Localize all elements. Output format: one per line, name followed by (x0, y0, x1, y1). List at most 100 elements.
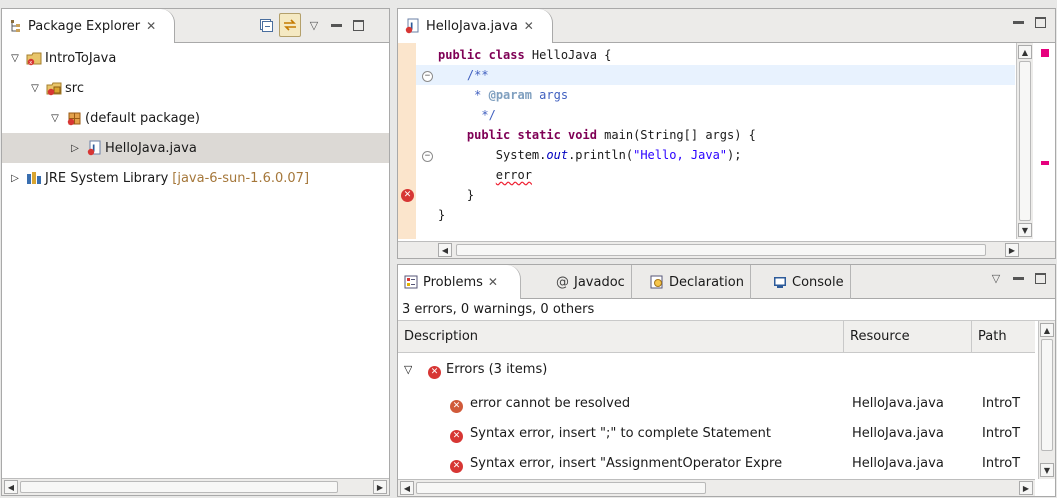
annotation-ruler[interactable]: ✕ (398, 43, 416, 239)
scroll-up-icon[interactable]: ▲ (1040, 323, 1054, 337)
error-icon[interactable]: ✕ (401, 189, 414, 202)
tree-node-project[interactable]: ▽ x IntroToJava (2, 43, 389, 73)
scroll-up-icon[interactable]: ▲ (1018, 45, 1032, 59)
problems-vertical-scrollbar[interactable]: ▲ ▼ (1038, 321, 1055, 479)
expand-toggle-icon[interactable]: ▽ (8, 53, 22, 64)
collapse-toggle-icon[interactable]: ▷ (68, 143, 82, 154)
code-line: * @param args (466, 88, 569, 102)
table-row[interactable]: ✕ Syntax error, insert ";" to complete S… (398, 419, 1035, 449)
link-editor-icon[interactable] (279, 13, 301, 37)
scroll-thumb[interactable] (1041, 339, 1053, 451)
fold-collapse-icon[interactable]: − (422, 71, 433, 82)
scroll-thumb[interactable] (456, 244, 986, 256)
editor-horizontal-scrollbar[interactable]: ◀ ▶ (398, 241, 1055, 258)
horizontal-scrollbar[interactable]: ◀ ▶ (2, 478, 389, 495)
scroll-left-icon[interactable]: ◀ (400, 481, 414, 495)
scroll-thumb[interactable] (1019, 61, 1031, 221)
java-file-icon: J (86, 140, 102, 156)
editor-vertical-scrollbar[interactable]: ▲ ▼ (1016, 43, 1033, 239)
java-file-icon: J (404, 18, 420, 34)
row-resource: HelloJava.java (852, 396, 944, 411)
scroll-down-icon[interactable]: ▼ (1040, 463, 1054, 477)
expand-toggle-icon[interactable]: ▽ (404, 355, 412, 385)
declaration-icon (650, 275, 664, 289)
expand-toggle-icon[interactable]: ▽ (28, 83, 42, 94)
problems-view: Problems ✕ @ Javadoc Declaration Console… (397, 264, 1056, 497)
maximize-icon[interactable] (1031, 269, 1049, 287)
expand-toggle-icon[interactable]: ▽ (48, 113, 62, 124)
tab-declaration[interactable]: Declaration (644, 265, 751, 299)
collapse-all-icon[interactable] (257, 16, 275, 34)
minimize-icon[interactable] (1009, 13, 1027, 31)
maximize-icon[interactable] (1031, 13, 1049, 31)
problems-horizontal-scrollbar[interactable]: ◀ ▶ (398, 479, 1035, 496)
tree-node-suffix: [java-6-sun-1.6.0.07] (172, 170, 310, 186)
java-project-icon: x (26, 50, 42, 66)
scroll-left-icon[interactable]: ◀ (4, 480, 18, 494)
package-explorer-view: Package Explorer ✕ ▽ ▽ x IntroToJava ▽ s… (1, 8, 390, 496)
fold-collapse-icon[interactable]: − (422, 151, 433, 162)
code-line: */ (474, 108, 496, 122)
problems-tabbar: Problems ✕ @ Javadoc Declaration Console… (398, 265, 1055, 299)
scroll-left-icon[interactable]: ◀ (438, 243, 452, 257)
problems-icon (404, 275, 418, 289)
scroll-down-icon[interactable]: ▼ (1018, 223, 1032, 237)
error-icon: ✕ (428, 355, 441, 385)
table-row[interactable]: ✕ error cannot be resolved HelloJava.jav… (398, 389, 1035, 419)
package-explorer-tab-label: Package Explorer (28, 18, 141, 34)
view-menu-icon[interactable]: ▽ (987, 269, 1005, 287)
error-token[interactable]: error (496, 168, 532, 182)
minimize-icon[interactable] (1009, 269, 1027, 287)
tab-label: Javadoc (574, 274, 625, 290)
close-icon[interactable]: ✕ (524, 19, 534, 33)
tree-node-src[interactable]: ▽ src (2, 73, 389, 103)
svg-text:x: x (29, 60, 32, 66)
close-icon[interactable]: ✕ (146, 19, 156, 33)
column-header-path[interactable]: Path (972, 321, 1036, 353)
view-menu-icon[interactable]: ▽ (305, 16, 323, 34)
hierarchy-icon (10, 19, 22, 33)
code-line-current: /** (416, 65, 1015, 85)
console-icon (773, 275, 787, 289)
tree-node-default-package[interactable]: ▽ (default package) (2, 103, 389, 133)
minimize-icon[interactable] (327, 16, 345, 34)
editor-tab-hellojava[interactable]: J HelloJava.java ✕ (398, 9, 553, 43)
tree-node-hellojava[interactable]: ▷ J HelloJava.java (2, 133, 389, 163)
error-icon: ✕ (450, 449, 463, 479)
package-explorer-tabbar: Package Explorer ✕ ▽ (2, 9, 389, 43)
package-explorer-tab[interactable]: Package Explorer ✕ (2, 9, 176, 43)
tab-problems[interactable]: Problems ✕ (398, 265, 521, 299)
error-marker[interactable] (1041, 49, 1049, 57)
row-description: Syntax error, insert "AssignmentOperator… (470, 456, 783, 471)
collapse-toggle-icon[interactable]: ▷ (8, 173, 22, 184)
code-line: public class HelloJava { (438, 48, 612, 62)
error-icon: ✕ (450, 419, 463, 449)
tab-label: Problems (423, 274, 483, 290)
scroll-right-icon[interactable]: ▶ (373, 480, 387, 494)
code-line: } (438, 208, 446, 222)
tab-javadoc[interactable]: @ Javadoc (550, 265, 632, 299)
table-row[interactable]: ✕ Syntax error, insert "AssignmentOperat… (398, 449, 1035, 479)
error-marker[interactable] (1041, 161, 1049, 165)
source-folder-icon (46, 80, 62, 96)
scroll-right-icon[interactable]: ▶ (1019, 481, 1033, 495)
maximize-icon[interactable] (349, 16, 367, 34)
overview-ruler[interactable] (1035, 43, 1055, 239)
code-editor[interactable]: public class HelloJava { /** * @param ar… (416, 43, 1015, 239)
tree-node-label: (default package) (85, 110, 200, 126)
library-icon (26, 170, 42, 186)
tree-node-label: JRE System Library (45, 170, 169, 186)
tree-node-label: src (65, 80, 84, 96)
tree-node-jre-library[interactable]: ▷ JRE System Library [java-6-sun-1.6.0.0… (2, 163, 389, 193)
scroll-thumb[interactable] (416, 482, 706, 494)
column-header-resource[interactable]: Resource (844, 321, 972, 353)
tab-console[interactable]: Console (767, 265, 851, 299)
editor-view: J HelloJava.java ✕ ✕ public class HelloJ… (397, 8, 1056, 259)
problems-group-row[interactable]: ▽ ✕ Errors (3 items) (398, 355, 1035, 385)
close-icon[interactable]: ✕ (488, 275, 498, 289)
scroll-right-icon[interactable]: ▶ (1005, 243, 1019, 257)
scroll-thumb[interactable] (20, 481, 338, 493)
column-header-description[interactable]: Description (398, 321, 844, 353)
row-description: error cannot be resolved (470, 396, 631, 411)
group-label: Errors (3 items) (446, 362, 548, 377)
